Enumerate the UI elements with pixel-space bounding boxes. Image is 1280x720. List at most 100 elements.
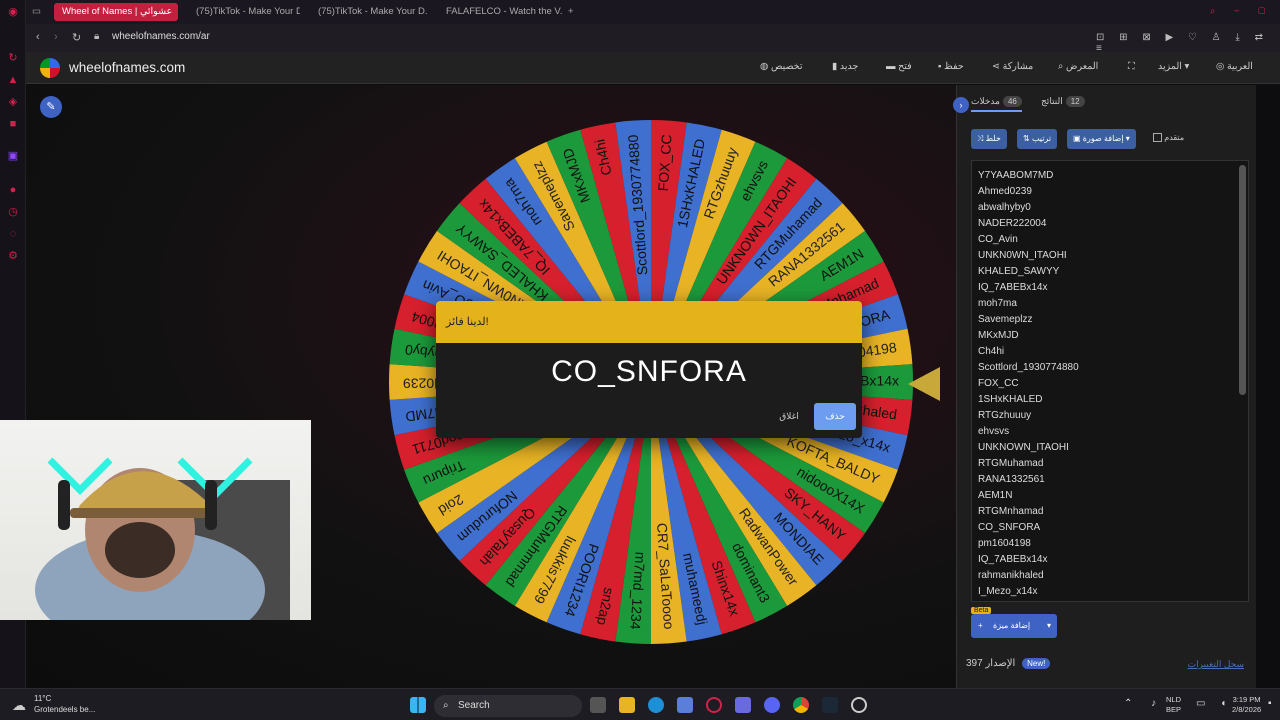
chrome-icon[interactable] [793,697,809,713]
collapse-panel-icon[interactable]: › [953,97,969,113]
tab-results[interactable]: النتائج 12 [1041,96,1085,107]
palette-icon: ◍ [760,61,771,72]
entries-textarea[interactable]: Y7YAABOM7MD Ahmed0239 abwalhyby0 NADER22200… [971,160,1249,602]
menu-gallery[interactable]: ⌕ المعرض [1058,61,1098,72]
entry-line[interactable]: NADER222004 [972,216,1248,232]
menu-more[interactable]: المزيد ▾ [1158,61,1189,72]
remove-button[interactable]: حذف [814,403,856,430]
refresh-sidebar-icon[interactable]: ↻ [7,52,19,64]
steam-icon[interactable] [822,697,838,713]
entry-line[interactable]: Ch4hi [972,344,1248,360]
forward-icon[interactable]: › [54,31,58,43]
entries-panel: › مدخلات 46 النتائج 12 ⤨ خلط ⇅ ترتيب ▣ إضا… [953,85,1256,688]
entry-line[interactable]: pm1604198 [972,536,1248,552]
sort-button[interactable]: ⇅ ترتيب [1017,129,1058,149]
entry-line[interactable]: CO_SNFORA [972,520,1248,536]
entry-line[interactable]: 1SHxKHALED [972,392,1248,408]
changelog-link[interactable]: سجل التغييرات [1188,659,1244,670]
opera-icon[interactable] [706,697,722,713]
language-indicator[interactable]: NLD BEP [1166,695,1181,715]
reload-icon[interactable]: ↻ [72,31,81,44]
mail-icon[interactable]: ■ [7,118,19,130]
entry-line[interactable]: IQ_7ABEBx14x [972,552,1248,568]
edge-icon[interactable] [648,697,664,713]
entry-line[interactable]: I_Mezo_x14x [972,584,1248,600]
twitch-icon[interactable]: ▣ [7,150,19,162]
weather-temp: 11°C [34,694,52,703]
entry-line[interactable]: ehvsvs [972,424,1248,440]
add-image-button[interactable]: ▣ إضافة صورة ▾ [1067,129,1136,149]
menu-language[interactable]: ◎ العربية [1216,61,1253,72]
menu-customize[interactable]: ◍ تخصيص [760,61,802,72]
player-icon[interactable]: ● [7,184,19,196]
history-icon[interactable]: ◷ [7,206,19,218]
entry-line[interactable]: KHALED_SAWYY [972,264,1248,280]
entry-line[interactable]: RTGMnhamad [972,504,1248,520]
add-feature-button[interactable]: + إضافة ميزة ▾ [971,614,1057,638]
menu-new[interactable]: ▮ جديد [832,61,858,72]
chevron-down-icon: ▾ [1181,61,1190,72]
entry-line[interactable]: RTGzhuuuy [972,408,1248,424]
menu-open[interactable]: ▬ فتح [886,61,912,72]
entry-line[interactable]: RANA1332561 [972,472,1248,488]
settings-icon[interactable]: ⚙ [7,250,19,262]
entry-line[interactable]: rahmanikhaled [972,568,1248,584]
back-icon[interactable]: ‹ [36,31,40,43]
browser-actions-icons[interactable]: ⊡ ⊞ ⊠ ▶ ♡ ♙ ⤓ ⇄ ≡ [1096,32,1280,54]
menu-share[interactable]: ⋖ مشاركة [992,61,1033,72]
image-icon: ▣ [1073,134,1083,143]
tab-tiktok-1[interactable]: (75)TikTok - Make Your D... [188,3,300,21]
tab-tiktok-2[interactable]: (75)TikTok - Make Your D... [310,3,428,21]
vpn-icon[interactable] [735,697,751,713]
entry-line[interactable]: Scottlord_1930774880 [972,360,1248,376]
clock[interactable]: 3:19 PM 2/8/2026 [1232,695,1261,715]
shuffle-icon: ⤨ [977,134,986,143]
system-tray-icons[interactable]: ▭ ◖ [1196,698,1232,709]
fullscreen-icon[interactable]: ⛶ [1128,61,1135,72]
entry-line[interactable]: IQ_7ABEBx14x [972,280,1248,296]
obs-icon[interactable] [851,697,867,713]
menu-save[interactable]: ▪ حفظ [938,61,964,72]
entry-line[interactable]: Y7YAABOM7MD [972,168,1248,184]
brand-title[interactable]: wheelofnames.com [69,60,185,75]
windows-start-icon[interactable] [410,697,426,713]
entry-line[interactable]: UNKN0WN_ITAOHI [972,248,1248,264]
shuffle-button[interactable]: ⤨ خلط [971,129,1007,149]
url-field[interactable]: wheelofnames.com/ar [112,31,210,42]
close-button[interactable]: اغلاق [772,403,806,430]
entry-line[interactable]: UNKNOWN_ITAOHI [972,440,1248,456]
chevron-down-icon: ▾ [1123,134,1130,143]
wheel-logo-icon[interactable] [40,58,60,78]
window-controls[interactable]: ⌕ − ▢ ✕ [1202,3,1276,21]
new-tab-button[interactable]: + [566,3,580,21]
tray-icons[interactable]: ⌃ ♪ [1124,698,1164,709]
chat-icon[interactable]: ◌ [7,228,19,240]
wheel-pointer-icon [908,367,940,401]
messenger-icon[interactable]: ◈ [7,96,19,108]
store-icon[interactable] [677,697,693,713]
tab-wheel-of-names[interactable]: Wheel of Names | عشوائي [54,3,178,21]
entry-line[interactable]: abwalhyby0 [972,200,1248,216]
entry-line[interactable]: FOX_CC [972,376,1248,392]
bag-icon[interactable]: ▲ [7,74,19,86]
entry-line[interactable]: MKxMJD [972,328,1248,344]
taskbar-search[interactable]: ⌕ Search [434,695,582,717]
notification-icon[interactable]: ▪ [1268,698,1272,709]
menu-toggle-icon[interactable]: ▭ [32,3,46,21]
tab-falafelco[interactable]: FALAFELCO - Watch the V... [438,3,562,21]
entry-line[interactable]: CO_Avin [972,232,1248,248]
tab-entries[interactable]: مدخلات 46 [971,96,1022,112]
task-view-icon[interactable] [590,697,606,713]
scrollbar[interactable] [1239,165,1246,395]
entry-line[interactable]: Savemeplzz [972,312,1248,328]
file-explorer-icon[interactable] [619,697,635,713]
weather-desc: Grotendeels be... [34,705,96,714]
opera-logo-icon[interactable]: ◉ [7,6,19,18]
entry-line[interactable]: moh7ma [972,296,1248,312]
entry-line[interactable]: AEM1N [972,488,1248,504]
entry-line[interactable]: Ahmed0239 [972,184,1248,200]
edit-pencil-icon[interactable]: ✎ [40,96,62,118]
entry-line[interactable]: RTGMuhamad [972,456,1248,472]
discord-icon[interactable] [764,697,780,713]
advanced-checkbox[interactable]: متقدم [1153,133,1184,143]
